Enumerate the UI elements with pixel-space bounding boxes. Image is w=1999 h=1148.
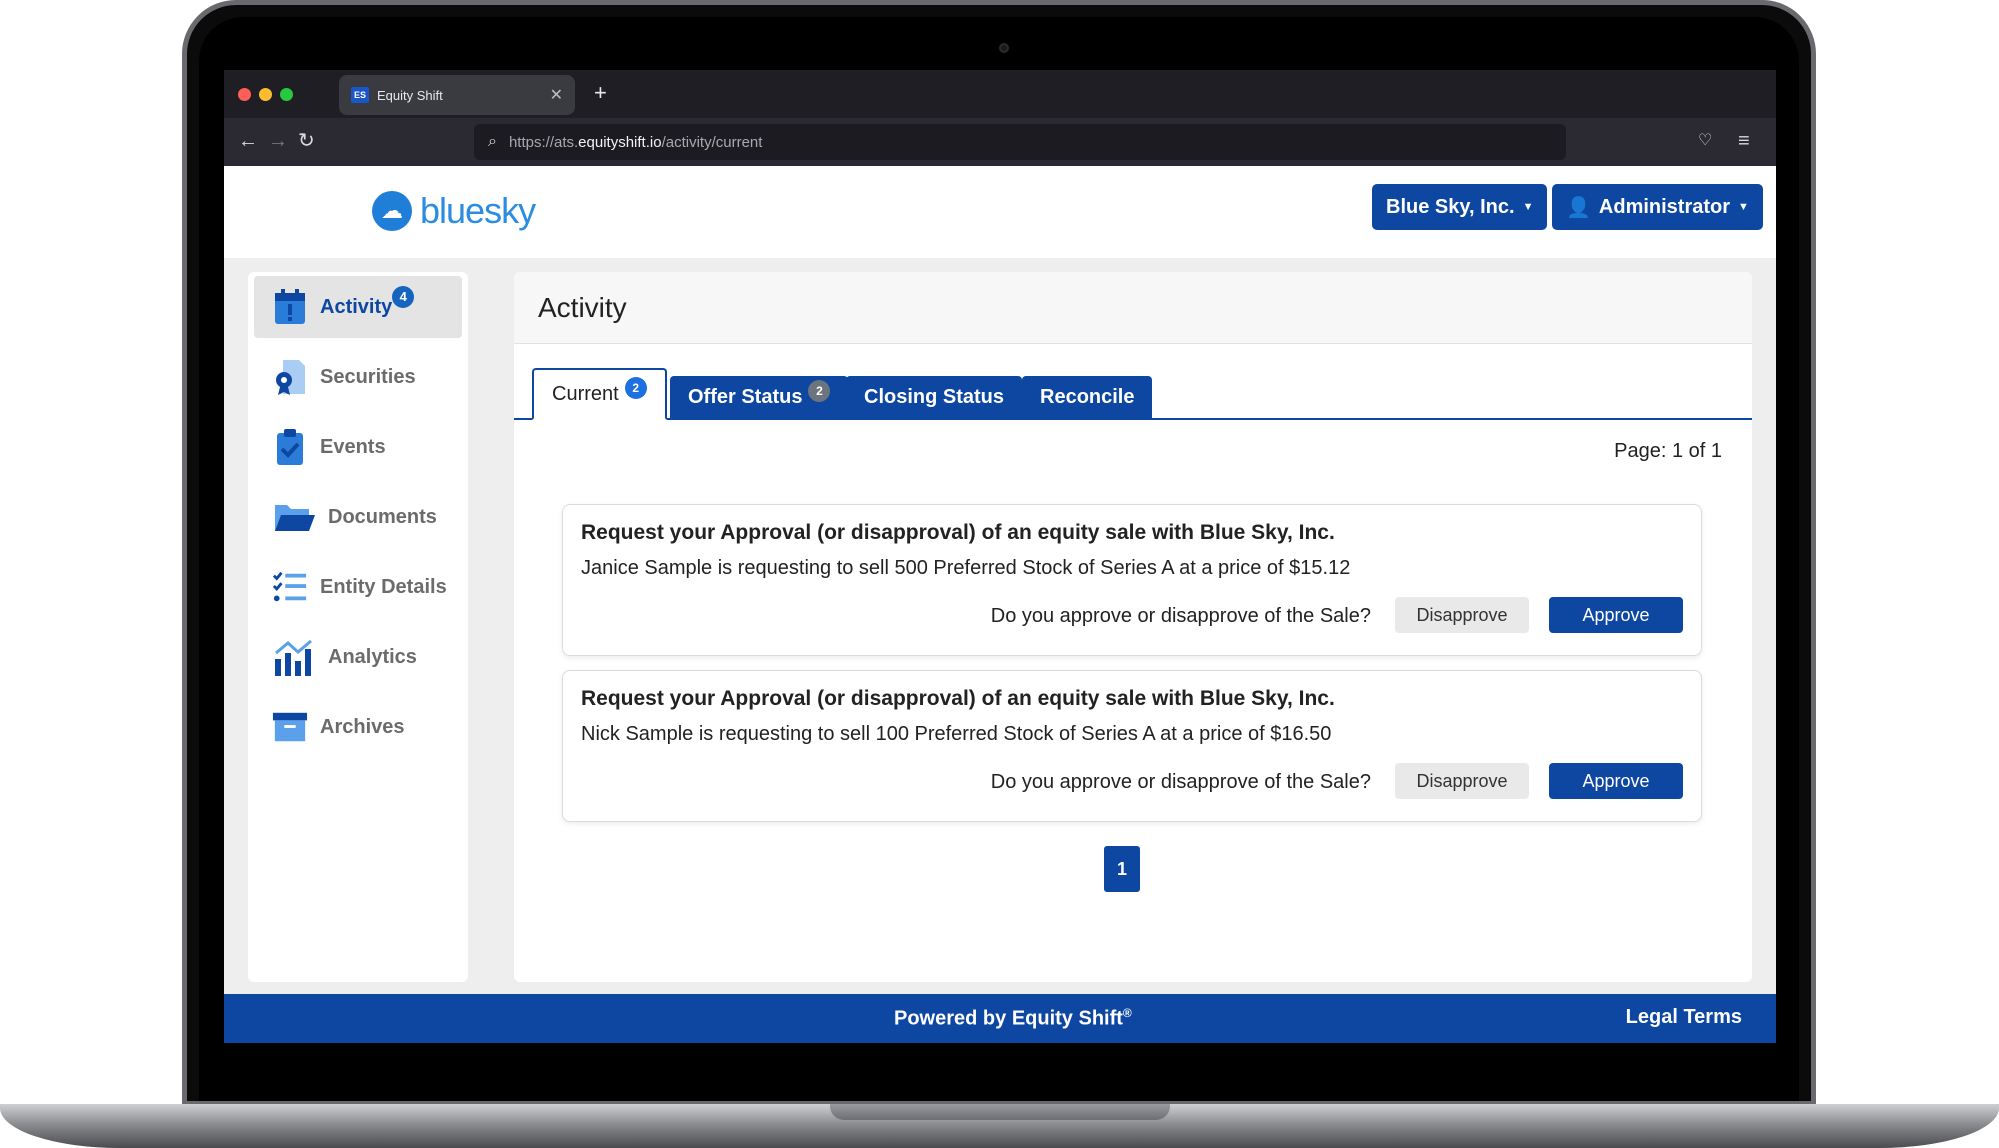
caret-down-icon: ▼ <box>1738 201 1749 213</box>
user-label: Administrator <box>1598 195 1731 218</box>
approval-card: Request your Approval (or disapproval) o… <box>562 504 1702 656</box>
app-header: ☁ bluesky Blue Sky, Inc. ▼ 👤 Administrat… <box>224 166 1776 258</box>
footer: Powered by Equity Shift® Legal Terms <box>224 994 1776 1043</box>
browser-tab[interactable]: ES Equity Shift ✕ <box>339 75 575 115</box>
maximize-window-button[interactable] <box>280 88 293 101</box>
chart-icon <box>272 639 316 676</box>
company-dropdown-button[interactable]: Blue Sky, Inc. ▼ <box>1372 184 1548 230</box>
disapprove-button[interactable]: Disapprove <box>1395 763 1529 799</box>
checklist-icon <box>272 569 308 605</box>
sidebar-item-label: Documents <box>328 505 437 528</box>
laptop-mockup: ES Equity Shift ✕ + ← → ↻ ⌕ https://ats.… <box>0 0 1999 1148</box>
tab-count-badge: 2 <box>624 377 647 399</box>
sidebar-item-label: Events <box>320 435 386 458</box>
calendar-alert-icon <box>272 289 308 325</box>
card-body: Nick Sample is requesting to sell 100 Pr… <box>581 723 1332 745</box>
tab-offer-status[interactable]: Offer Status 2 <box>670 376 849 418</box>
sidebar-item-label: Analytics <box>328 645 417 668</box>
folder-icon <box>272 499 316 535</box>
close-window-button[interactable] <box>238 88 251 101</box>
sidebar-item-documents[interactable]: Documents <box>254 486 462 548</box>
browser-toolbar: ← → ↻ ⌕ https://ats. equityshift.io/activ… <box>224 118 1776 166</box>
sidebar-item-archives[interactable]: Archives <box>254 696 462 758</box>
sidebar-item-analytics[interactable]: Analytics <box>254 626 462 688</box>
new-tab-icon[interactable]: + <box>594 80 607 106</box>
forward-icon[interactable]: → <box>268 130 288 152</box>
address-bar[interactable]: ⌕ https://ats. equityshift.io/activity/cu… <box>474 124 1566 160</box>
registered-mark: ® <box>1122 1006 1132 1020</box>
caret-down-icon: ▼ <box>1522 201 1534 213</box>
reload-icon[interactable]: ↻ <box>298 130 315 152</box>
url-path: /activity/current <box>661 133 763 151</box>
approve-button[interactable]: Approve <box>1549 763 1683 799</box>
logo-text: bluesky <box>420 190 536 231</box>
main-panel: Activity Current 2 Offer Status 2 Closin… <box>514 272 1752 982</box>
sidebar-item-label: Archives <box>320 715 405 738</box>
tabs-underline <box>514 418 1752 420</box>
minimize-window-button[interactable] <box>259 88 272 101</box>
sidebar-item-events[interactable]: Events <box>254 416 462 478</box>
browser-tab-title: Equity Shift <box>377 87 443 103</box>
camera-dot <box>999 43 1009 53</box>
tab-label: Reconcile <box>1040 385 1135 408</box>
sidebar-item-label: Activity <box>320 295 393 318</box>
tab-label: Closing Status <box>864 385 1005 408</box>
pagination-page-1[interactable]: 1 <box>1104 846 1140 892</box>
page-title: Activity <box>538 292 627 323</box>
menu-icon[interactable]: ≡ <box>1738 130 1750 152</box>
activity-count-badge: 4 <box>392 285 415 308</box>
screen: ES Equity Shift ✕ + ← → ↻ ⌕ https://ats.… <box>224 70 1776 1043</box>
card-body: Janice Sample is requesting to sell 500 … <box>581 557 1351 579</box>
tab-current[interactable]: Current 2 <box>532 368 667 420</box>
disapprove-button[interactable]: Disapprove <box>1395 597 1529 633</box>
user-dropdown-button[interactable]: 👤 Administrator ▼ <box>1552 184 1763 230</box>
app-body: Activity 4 Securities Events Documents E… <box>224 258 1776 994</box>
sidebar-item-securities[interactable]: Securities <box>254 346 462 408</box>
card-title: Request your Approval (or disapproval) o… <box>581 521 1335 544</box>
url-host: equityshift.io <box>578 133 662 151</box>
sidebar-item-label: Entity Details <box>320 575 447 598</box>
powered-by-label: Powered by Equity Shift <box>894 1007 1123 1030</box>
tab-count-badge: 2 <box>808 380 831 402</box>
sidebar-item-label: Securities <box>320 365 416 388</box>
card-question: Do you approve or disapprove of the Sale… <box>990 605 1371 627</box>
card-question: Do you approve or disapprove of the Sale… <box>990 771 1371 793</box>
archive-box-icon <box>272 709 308 745</box>
close-tab-icon[interactable]: ✕ <box>550 85 563 105</box>
tab-closing-status[interactable]: Closing Status <box>846 376 1023 418</box>
company-label: Blue Sky, Inc. <box>1386 195 1515 218</box>
browser-tabstrip: ES Equity Shift ✕ + <box>224 70 1776 118</box>
tab-label: Offer Status <box>688 385 803 408</box>
legal-terms-link[interactable]: Legal Terms <box>1626 1006 1742 1029</box>
certificate-icon <box>272 359 308 395</box>
approval-card: Request your Approval (or disapproval) o… <box>562 670 1702 822</box>
tab-label: Current <box>552 382 619 405</box>
main-header: Activity <box>514 272 1752 344</box>
pocket-icon[interactable]: ♡ <box>1698 130 1712 152</box>
laptop-notch <box>830 1104 1170 1120</box>
sidebar: Activity 4 Securities Events Documents E… <box>248 272 468 982</box>
card-title: Request your Approval (or disapproval) o… <box>581 687 1335 710</box>
page-info: Page: 1 of 1 <box>1614 440 1722 462</box>
sidebar-item-entity-details[interactable]: Entity Details <box>254 556 462 618</box>
search-icon: ⌕ <box>488 133 497 150</box>
approve-button[interactable]: Approve <box>1549 597 1683 633</box>
bluesky-logo[interactable]: ☁ bluesky <box>372 190 536 232</box>
cloud-icon: ☁ <box>372 191 412 231</box>
user-gear-icon: 👤 <box>1566 196 1591 219</box>
tab-reconcile[interactable]: Reconcile <box>1022 376 1153 418</box>
powered-by-text: Powered by Equity Shift® <box>894 1006 1132 1031</box>
url-prefix: https://ats. <box>508 133 579 151</box>
clipboard-check-icon <box>272 429 308 465</box>
back-icon[interactable]: ← <box>238 130 258 152</box>
sidebar-item-activity[interactable]: Activity 4 <box>254 276 462 338</box>
favicon-icon: ES <box>351 87 369 103</box>
